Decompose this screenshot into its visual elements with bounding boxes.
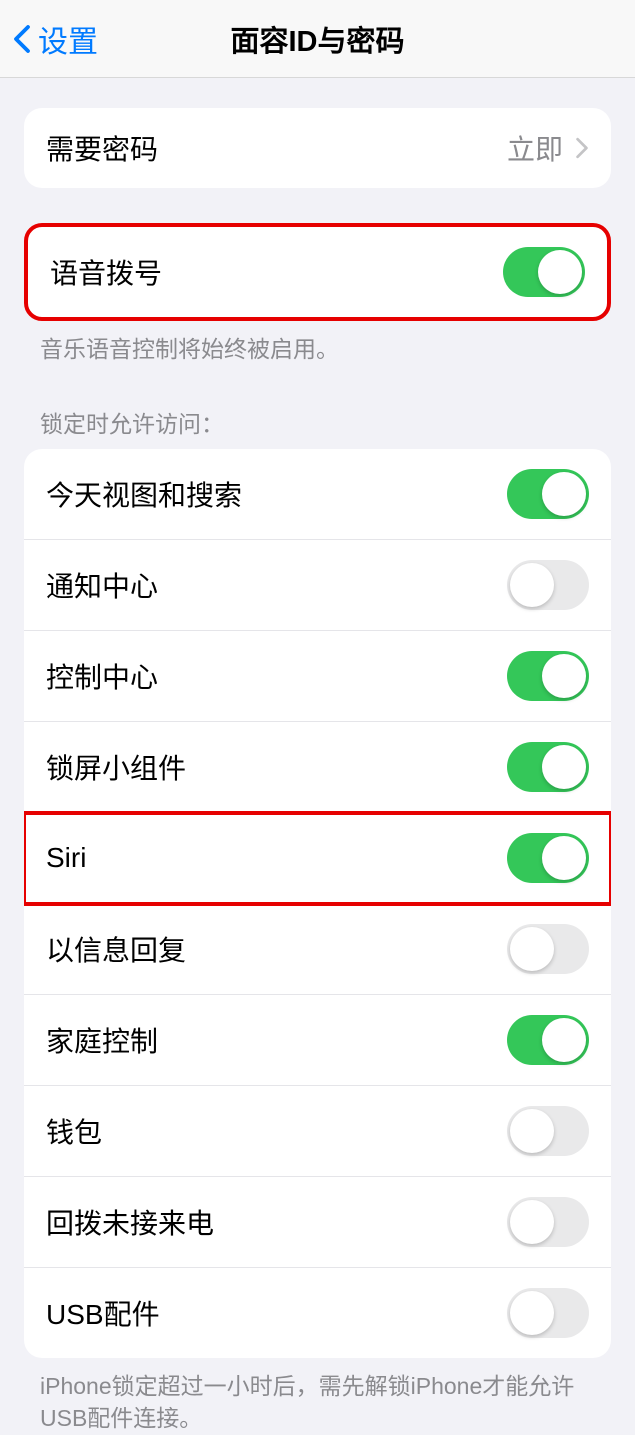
lock-access-row: USB配件 xyxy=(24,1268,611,1358)
lock-access-row: 家庭控制 xyxy=(24,995,611,1086)
back-label: 设置 xyxy=(38,17,98,61)
lock-access-label: 锁屏小组件 xyxy=(46,747,186,787)
lock-access-label: 通知中心 xyxy=(46,565,158,605)
nav-bar: 设置 面容ID与密码 xyxy=(0,0,635,78)
lock-access-row: 钱包 xyxy=(24,1086,611,1177)
lock-access-row: 以信息回复 xyxy=(24,904,611,995)
lock-access-toggle[interactable] xyxy=(507,469,589,519)
chevron-left-icon xyxy=(12,24,32,54)
chevron-right-icon xyxy=(575,137,589,159)
lock-access-row: 控制中心 xyxy=(24,631,611,722)
require-passcode-value: 立即 xyxy=(507,128,563,168)
voice-dial-footer: 音乐语音控制将始终被启用。 xyxy=(0,321,635,365)
lock-access-toggle[interactable] xyxy=(507,560,589,610)
lock-access-group: 今天视图和搜索通知中心控制中心锁屏小组件 Siri 以信息回复家庭控制钱包回拨未接来… xyxy=(24,449,611,1358)
lock-access-row: Siri xyxy=(24,813,611,904)
voice-dial-toggle[interactable] xyxy=(503,247,585,297)
lock-access-toggle[interactable] xyxy=(507,924,589,974)
lock-access-label: 回拨未接来电 xyxy=(46,1202,214,1242)
lock-access-label: 家庭控制 xyxy=(46,1020,158,1060)
voice-dial-row: 语音拨号 xyxy=(28,227,607,317)
lock-access-toggle[interactable] xyxy=(507,1015,589,1065)
lock-access-label: USB配件 xyxy=(46,1293,160,1333)
lock-access-label: Siri xyxy=(46,842,86,874)
require-passcode-row[interactable]: 需要密码 立即 xyxy=(24,108,611,188)
lock-access-toggle[interactable] xyxy=(507,1106,589,1156)
lock-access-toggle[interactable] xyxy=(507,651,589,701)
content-area: 需要密码 立即 语音拨号 音乐语音控制将始终被启用。 锁定时允许访问： 今天 xyxy=(0,108,635,1435)
page-title: 面容ID与密码 xyxy=(230,18,404,60)
require-passcode-group: 需要密码 立即 xyxy=(24,108,611,188)
lock-access-toggle[interactable] xyxy=(507,742,589,792)
back-button[interactable]: 设置 xyxy=(12,17,98,61)
lock-access-toggle[interactable] xyxy=(507,1197,589,1247)
lock-access-footer: iPhone锁定超过一小时后，需先解锁iPhone才能允许USB配件连接。 xyxy=(0,1358,635,1434)
lock-access-toggle[interactable] xyxy=(507,1288,589,1338)
lock-access-header: 锁定时允许访问： xyxy=(0,405,635,449)
voice-dial-label: 语音拨号 xyxy=(50,252,162,292)
lock-access-label: 以信息回复 xyxy=(46,929,186,969)
lock-access-label: 今天视图和搜索 xyxy=(46,474,242,514)
voice-dial-group: 语音拨号 xyxy=(24,223,611,321)
lock-access-label: 钱包 xyxy=(46,1111,102,1151)
lock-access-row: 锁屏小组件 xyxy=(24,722,611,813)
lock-access-row: 回拨未接来电 xyxy=(24,1177,611,1268)
require-passcode-label: 需要密码 xyxy=(46,128,158,168)
lock-access-label: 控制中心 xyxy=(46,656,158,696)
lock-access-toggle[interactable] xyxy=(507,833,589,883)
lock-access-row: 今天视图和搜索 xyxy=(24,449,611,540)
lock-access-row: 通知中心 xyxy=(24,540,611,631)
